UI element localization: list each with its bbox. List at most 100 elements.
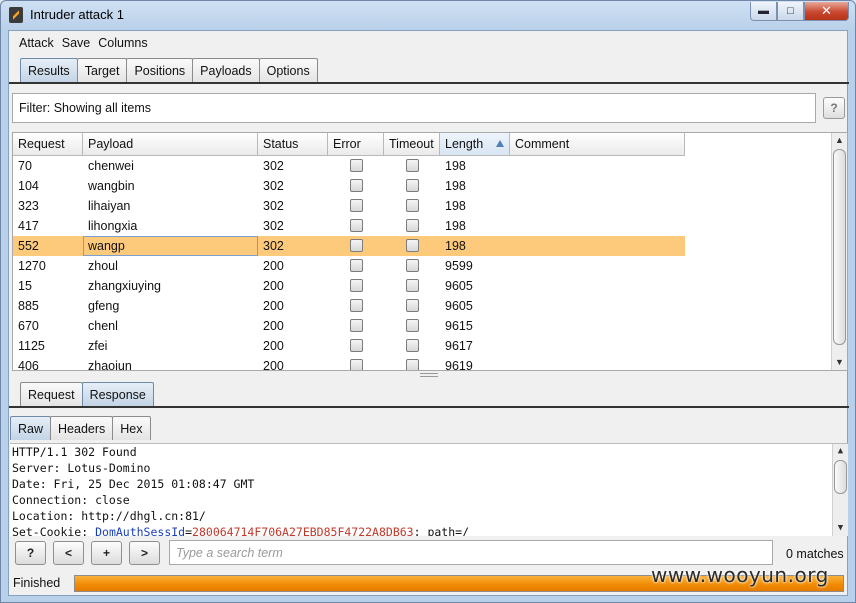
- cell-request: 417: [18, 219, 39, 233]
- error-cell: [328, 176, 384, 196]
- filter-help-button[interactable]: ?: [823, 97, 845, 119]
- column-header-timeout[interactable]: Timeout: [384, 133, 440, 156]
- cell-length: 198: [445, 199, 466, 213]
- cookie-suffix: ; path=/: [413, 525, 469, 536]
- cell-request: 15: [18, 279, 32, 293]
- cookie-prefix: Set-Cookie:: [12, 525, 96, 536]
- error-checkbox[interactable]: [349, 319, 363, 332]
- error-checkbox[interactable]: [349, 239, 363, 252]
- cell-status: 200: [263, 299, 284, 313]
- error-checkbox[interactable]: [349, 199, 363, 212]
- search-options-button[interactable]: +: [91, 541, 122, 565]
- error-cell: [328, 256, 384, 276]
- cell-status: 200: [263, 279, 284, 293]
- table-row[interactable]: 406 zhaojun 200 9619: [13, 356, 685, 371]
- tab-positions[interactable]: Positions: [126, 58, 194, 82]
- tab-options[interactable]: Options: [258, 58, 318, 82]
- table-row[interactable]: 1270 zhoul 200 9599: [13, 256, 685, 276]
- column-header-request[interactable]: Request: [13, 133, 83, 156]
- search-next-button[interactable]: >: [129, 541, 160, 565]
- menu-save[interactable]: Save: [62, 36, 91, 50]
- scrollbar-thumb[interactable]: [833, 149, 846, 345]
- error-checkbox[interactable]: [349, 339, 363, 352]
- table-row[interactable]: 104 wangbin 302 198: [13, 176, 685, 196]
- scroll-up-icon[interactable]: ▲: [834, 135, 845, 146]
- search-input[interactable]: [169, 540, 773, 565]
- timeout-checkbox[interactable]: [405, 299, 419, 312]
- timeout-checkbox[interactable]: [405, 319, 419, 332]
- scrollbar-thumb[interactable]: [834, 460, 847, 494]
- timeout-cell: [384, 216, 440, 236]
- timeout-checkbox[interactable]: [405, 219, 419, 232]
- response-viewer[interactable]: HTTP/1.1 302 Found Server: Lotus-Domino …: [10, 443, 848, 536]
- timeout-checkbox[interactable]: [405, 359, 419, 370]
- table-row[interactable]: 15 zhangxiuying 200 9605: [13, 276, 685, 296]
- tab-results[interactable]: Results: [20, 58, 78, 82]
- tab-target[interactable]: Target: [76, 58, 128, 82]
- maximize-button[interactable]: □: [777, 2, 804, 21]
- cell-comment: [510, 176, 685, 196]
- error-checkbox[interactable]: [349, 299, 363, 312]
- error-cell: [328, 236, 384, 256]
- table-row[interactable]: 670 chenl 200 9615: [13, 316, 685, 336]
- timeout-checkbox[interactable]: [405, 259, 419, 272]
- timeout-checkbox[interactable]: [405, 159, 419, 172]
- response-scrollbar[interactable]: ▲ ▼: [832, 444, 848, 536]
- menu-columns[interactable]: Columns: [98, 36, 147, 50]
- error-checkbox[interactable]: [349, 159, 363, 172]
- timeout-cell: [384, 236, 440, 256]
- cookie-name: DomAuthSessId: [95, 525, 186, 536]
- timeout-checkbox[interactable]: [405, 179, 419, 192]
- cell-comment: [510, 316, 685, 336]
- column-header-comment[interactable]: Comment: [510, 133, 685, 156]
- table-row[interactable]: 1125 zfei 200 9617: [13, 336, 685, 356]
- scroll-down-icon[interactable]: ▼: [835, 523, 846, 534]
- table-row[interactable]: 70 chenwei 302 198: [13, 156, 685, 176]
- cell-length: 198: [445, 239, 466, 253]
- column-header-payload[interactable]: Payload: [83, 133, 258, 156]
- cell-request: 1125: [18, 339, 45, 353]
- minimize-button[interactable]: ▬: [750, 2, 777, 21]
- error-checkbox[interactable]: [349, 279, 363, 292]
- filter-bar[interactable]: Filter: Showing all items: [12, 93, 816, 123]
- cell-length: 9619: [445, 359, 473, 371]
- cell-payload: zfei: [88, 339, 108, 353]
- table-row[interactable]: 323 lihaiyan 302 198: [13, 196, 685, 216]
- search-help-button[interactable]: ?: [15, 541, 46, 565]
- timeout-checkbox[interactable]: [405, 239, 419, 252]
- error-checkbox[interactable]: [349, 259, 363, 272]
- status-text: Finished: [13, 576, 61, 590]
- error-checkbox[interactable]: [349, 219, 363, 232]
- timeout-checkbox[interactable]: [405, 339, 419, 352]
- table-row[interactable]: 417 lihongxia 302 198: [13, 216, 685, 236]
- error-checkbox[interactable]: [349, 359, 363, 370]
- table-scrollbar[interactable]: ▲ ▼: [831, 133, 847, 370]
- tab-response[interactable]: Response: [81, 382, 154, 406]
- cell-comment: [510, 236, 685, 256]
- timeout-checkbox[interactable]: [405, 199, 419, 212]
- tab-hex[interactable]: Hex: [112, 416, 151, 440]
- scroll-up-icon[interactable]: ▲: [835, 446, 846, 457]
- tab-payloads[interactable]: Payloads: [192, 58, 260, 82]
- tab-headers[interactable]: Headers: [50, 416, 114, 440]
- cell-request: 104: [18, 179, 39, 193]
- table-row[interactable]: 885 gfeng 200 9605: [13, 296, 685, 316]
- timeout-cell: [384, 176, 440, 196]
- table-row[interactable]: 552 wangp 302 198: [13, 236, 685, 256]
- tab-raw[interactable]: Raw: [10, 416, 52, 440]
- close-button[interactable]: ✕: [804, 2, 849, 21]
- view-tabs: Raw Headers Hex: [10, 416, 151, 440]
- search-previous-button[interactable]: <: [53, 541, 84, 565]
- timeout-checkbox[interactable]: [405, 279, 419, 292]
- column-header-status[interactable]: Status: [258, 133, 328, 156]
- column-header-length[interactable]: Length: [440, 133, 510, 156]
- pane-splitter-handle[interactable]: [420, 373, 438, 377]
- scroll-down-icon[interactable]: ▼: [834, 357, 845, 368]
- timeout-cell: [384, 156, 440, 176]
- error-checkbox[interactable]: [349, 179, 363, 192]
- watermark: www.wooyun.org: [651, 563, 829, 587]
- menu-attack[interactable]: Attack: [19, 36, 54, 50]
- column-header-error[interactable]: Error: [328, 133, 384, 156]
- cell-comment: [510, 216, 685, 236]
- tab-request[interactable]: Request: [20, 382, 83, 406]
